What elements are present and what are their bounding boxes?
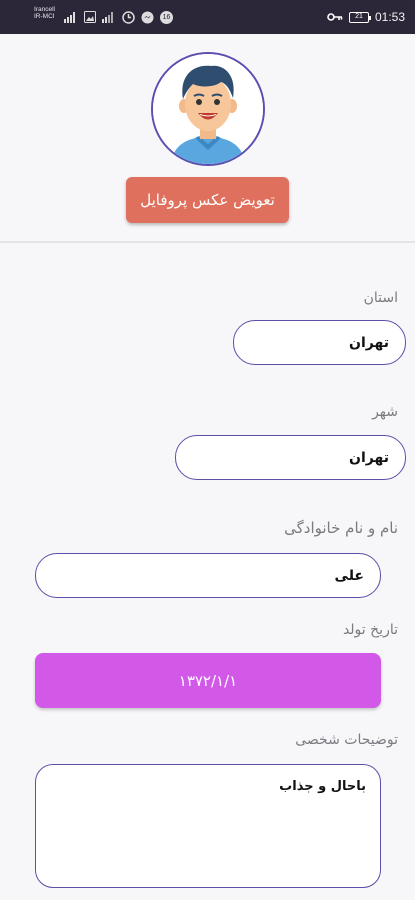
user-avatar-icon <box>153 54 263 164</box>
city-label: شهر <box>372 404 398 420</box>
bio-label: توضیحات شخصی <box>295 732 398 748</box>
birthdate-picker-button[interactable]: ۱۳۷۲/۱/۱ <box>35 653 381 708</box>
data-saver-icon <box>122 10 135 24</box>
carrier-line2: IR-MCI <box>34 13 55 20</box>
carrier-line1: Irancell <box>34 6 55 13</box>
birthdate-label: تاریخ تولد <box>342 622 398 638</box>
birthdate-value: ۱۳۷۲/۱/۱ <box>178 671 238 690</box>
gallery-icon <box>84 11 96 23</box>
bio-textarea[interactable]: باحال و جذاب <box>35 764 381 888</box>
bio-value: باحال و جذاب <box>279 779 366 794</box>
profile-avatar[interactable] <box>151 52 265 166</box>
status-icons-left: 16 <box>64 10 173 24</box>
status-icons-right: 21 01:53 <box>327 8 405 26</box>
signal-icon-2 <box>102 12 113 23</box>
key-icon <box>327 13 343 21</box>
messenger-icon <box>141 11 154 23</box>
city-value: تهران <box>349 449 389 466</box>
clock: 01:53 <box>374 10 405 24</box>
status-bar: Irancell IR-MCI 16 21 01:53 <box>0 0 415 34</box>
carrier-info: Irancell IR-MCI <box>34 6 55 20</box>
notification-badge: 16 <box>160 10 173 24</box>
province-label: استان <box>363 290 398 306</box>
fullname-label: نام و نام خانوادگی <box>284 519 398 537</box>
change-profile-photo-button[interactable]: تعویض عکس پروفایل <box>126 177 289 223</box>
province-field[interactable]: تهران <box>233 320 406 365</box>
battery-icon: 21 <box>348 11 371 23</box>
fullname-value: علی <box>334 567 364 584</box>
fullname-field[interactable]: علی <box>35 553 381 598</box>
signal-icon <box>64 12 75 23</box>
city-field[interactable]: تهران <box>175 435 406 480</box>
province-value: تهران <box>349 334 389 351</box>
section-divider <box>0 241 415 243</box>
